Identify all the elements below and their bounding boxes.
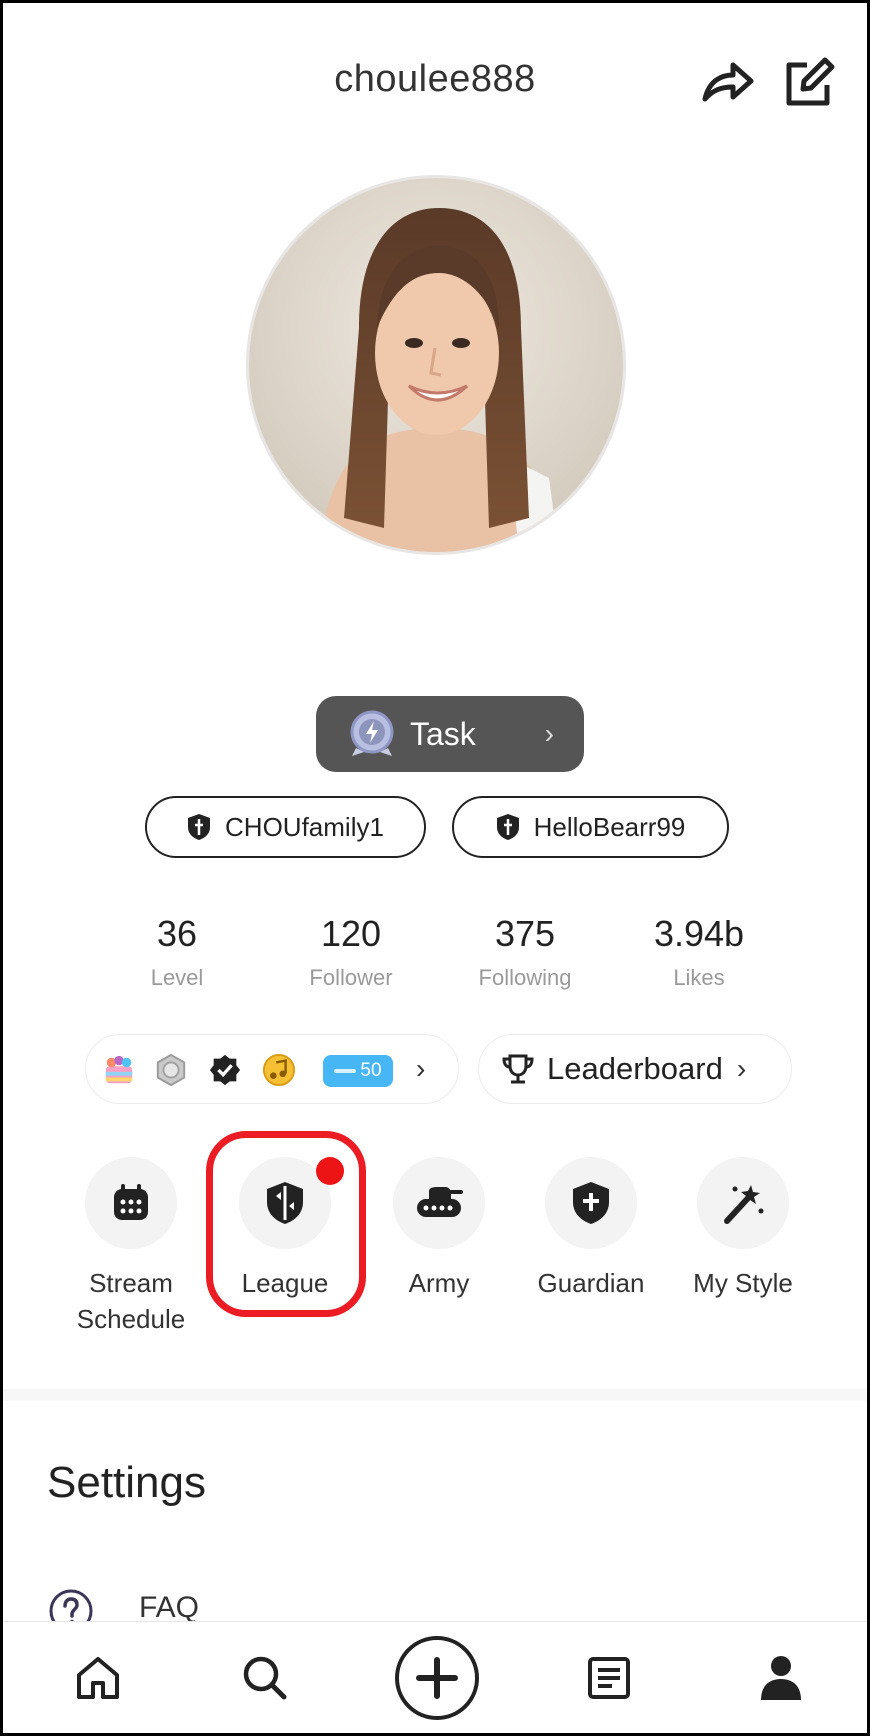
feature-my-style[interactable]: My Style <box>673 1157 813 1301</box>
stat-value: 120 <box>320 913 382 954</box>
music-note-badge-icon <box>262 1053 296 1087</box>
stat-level[interactable]: 36 Level <box>97 913 257 991</box>
nav-profile[interactable] <box>731 1622 831 1733</box>
chevron-right-icon: › <box>416 1053 426 1084</box>
stat-label: Following <box>478 965 572 990</box>
feature-icon-bg <box>85 1157 177 1249</box>
stat-label: Follower <box>309 965 393 990</box>
avatar[interactable] <box>246 175 626 555</box>
feature-label: Army <box>408 1268 470 1298</box>
feature-guardian[interactable]: Guardian <box>521 1157 661 1301</box>
team-chip-hellobearr99[interactable]: HelloBearr99 <box>452 796 729 858</box>
shield-icon <box>496 814 519 840</box>
leaderboard-button[interactable]: Leaderboard › <box>478 1034 792 1104</box>
stat-value: 36 <box>156 913 198 954</box>
settings-item-label: FAQ <box>139 1591 200 1624</box>
settings-title: Settings <box>47 1458 206 1507</box>
team-chip-label: CHOUfamily1 <box>225 811 384 842</box>
verified-badge-icon <box>209 1054 241 1086</box>
nav-search[interactable] <box>215 1622 315 1733</box>
magic-wand-icon <box>724 1185 764 1224</box>
feature-icon-bg <box>545 1157 637 1249</box>
leaderboard-label: Leaderboard <box>547 1051 723 1086</box>
stat-label: Likes <box>673 965 725 990</box>
home-icon <box>77 1657 119 1699</box>
feature-icon-bg <box>697 1157 789 1249</box>
badges-row[interactable]: 50 › <box>85 1034 459 1104</box>
task-medal-icon <box>350 710 394 756</box>
feature-army[interactable]: Army <box>369 1157 509 1301</box>
calendar-icon <box>114 1184 148 1220</box>
feature-icon-bg <box>393 1157 485 1249</box>
level-pill-value: 50 <box>360 1060 382 1081</box>
level-pill: 50 <box>323 1055 393 1087</box>
chevron-right-icon: › <box>544 718 554 749</box>
shield-icon <box>188 814 211 840</box>
section-divider <box>3 1389 867 1401</box>
edit-icon <box>786 57 835 106</box>
task-button[interactable]: Task › <box>316 696 584 772</box>
feature-label: My Style <box>693 1268 793 1298</box>
feature-label: Guardian <box>537 1268 645 1298</box>
trophy-icon <box>502 1054 534 1084</box>
share-icon <box>702 62 754 102</box>
plus-icon <box>395 1636 479 1720</box>
profile-screen: choulee888 Task › CHOUfamily1 HelloBearr… <box>0 0 870 1736</box>
stat-value: 375 <box>494 913 556 954</box>
stat-value: 3.94b <box>653 913 745 954</box>
notification-dot <box>316 1157 344 1185</box>
feature-stream-schedule[interactable]: Stream Schedule <box>61 1157 201 1337</box>
chevron-right-icon: › <box>736 1053 747 1084</box>
stat-follower[interactable]: 120 Follower <box>271 913 431 991</box>
stat-following[interactable]: 375 Following <box>445 913 605 991</box>
nav-home[interactable] <box>48 1622 148 1733</box>
edit-profile-button[interactable] <box>781 57 835 111</box>
share-button[interactable] <box>699 59 755 109</box>
tank-icon <box>417 1187 463 1217</box>
team-chip-label: HelloBearr99 <box>533 811 686 842</box>
league-shield-icon <box>267 1182 303 1224</box>
rainbow-cake-badge-icon <box>105 1055 133 1084</box>
guardian-shield-icon <box>573 1182 609 1224</box>
feed-icon <box>588 1657 630 1699</box>
stat-label: Level <box>150 965 204 990</box>
feature-label: League <box>241 1268 329 1298</box>
nav-feed[interactable] <box>559 1622 659 1733</box>
feature-label: Stream Schedule <box>76 1268 186 1334</box>
team-chip-choufamily1[interactable]: CHOUfamily1 <box>145 796 426 858</box>
silver-rank-badge-icon <box>156 1053 186 1087</box>
task-label: Task <box>410 715 476 752</box>
level-bar-icon <box>334 1069 357 1073</box>
nav-create[interactable] <box>387 1622 487 1733</box>
bottom-nav <box>3 1621 867 1733</box>
stat-likes[interactable]: 3.94b Likes <box>619 913 779 991</box>
search-icon <box>243 1656 287 1700</box>
profile-icon <box>761 1656 801 1700</box>
